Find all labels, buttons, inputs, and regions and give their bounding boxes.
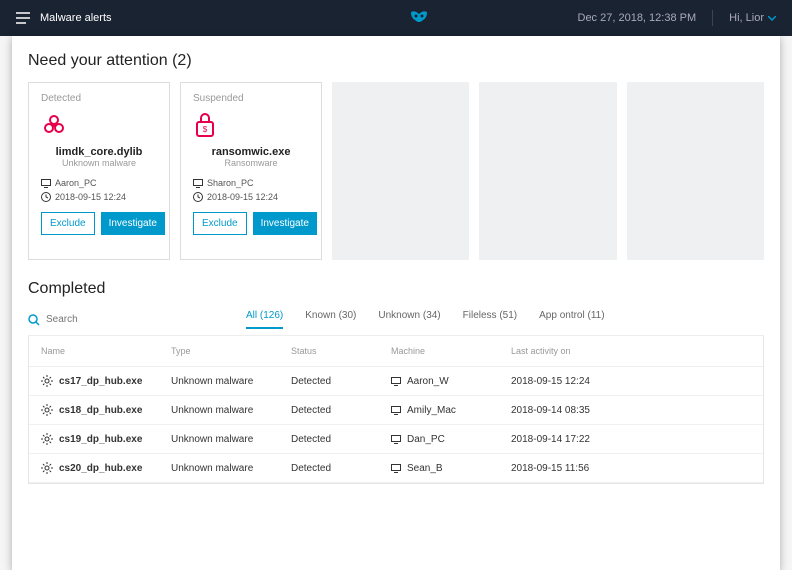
card-status: Suspended (193, 93, 309, 104)
attention-title: Need your attention (2) (28, 52, 764, 70)
monitor-icon (41, 179, 51, 188)
svg-text:$: $ (203, 125, 208, 134)
completed-title: Completed (28, 280, 764, 298)
row-machine: Amily_Mac (407, 405, 456, 416)
tab-unknown[interactable]: Unknown (34) (378, 310, 440, 329)
card-filename: ransomwic.exe (193, 146, 309, 158)
biohazard-icon (41, 112, 157, 138)
row-name: cs20_dp_hub.exe (59, 463, 142, 474)
filter-tabs: All (126) Known (30) Unknown (34) Filele… (246, 310, 605, 329)
card-timestamp: 2018-09-15 12:24 (41, 192, 157, 202)
col-activity: Last activity on (511, 346, 651, 356)
row-activity: 2018-09-14 08:35 (511, 405, 651, 416)
row-status: Detected (291, 463, 391, 474)
page-title: Malware alerts (40, 12, 112, 24)
row-name: cs17_dp_hub.exe (59, 376, 142, 387)
main-content: Need your attention (2) Detected limdk_c… (12, 36, 780, 570)
table-row[interactable]: cs20_dp_hub.exe Unknown malwareDetected Se… (29, 454, 763, 483)
row-activity: 2018-09-15 11:56 (511, 463, 651, 474)
clock-icon (41, 192, 51, 202)
clock-icon (193, 192, 203, 202)
search-input[interactable] (46, 314, 146, 325)
machine-label: Aaron_PC (55, 178, 97, 188)
table-header: Name Type Status Machine Last activity o… (29, 336, 763, 367)
monitor-icon (391, 435, 401, 444)
gear-icon (41, 462, 53, 474)
table-row[interactable]: cs18_dp_hub.exe Unknown malwareDetected Am… (29, 396, 763, 425)
row-activity: 2018-09-15 12:24 (511, 376, 651, 387)
tab-all[interactable]: All (126) (246, 310, 283, 329)
card-placeholder (479, 82, 616, 260)
table-row[interactable]: cs19_dp_hub.exe Unknown malwareDetected Da… (29, 425, 763, 454)
investigate-button[interactable]: Investigate (253, 212, 317, 235)
tab-appcontrol[interactable]: App ontrol (11) (539, 310, 604, 329)
datetime-label: Dec 27, 2018, 12:38 PM (578, 12, 697, 24)
alert-card: Detected limdk_core.dylib Unknown malwar… (28, 82, 170, 260)
topbar: Malware alerts Dec 27, 2018, 12:38 PM Hi… (0, 0, 792, 36)
card-filename: limdk_core.dylib (41, 146, 157, 158)
card-placeholder (627, 82, 764, 260)
card-status: Detected (41, 93, 157, 104)
row-status: Detected (291, 434, 391, 445)
row-name: cs18_dp_hub.exe (59, 405, 142, 416)
col-machine: Machine (391, 346, 511, 356)
attention-cards: Detected limdk_core.dylib Unknown malwar… (28, 82, 764, 260)
monitor-icon (193, 179, 203, 188)
owl-logo-icon (409, 10, 429, 26)
exclude-button[interactable]: Exclude (41, 212, 95, 235)
divider (712, 10, 713, 26)
monitor-icon (391, 464, 401, 473)
row-status: Detected (291, 405, 391, 416)
card-machine: Aaron_PC (41, 178, 157, 188)
row-name: cs19_dp_hub.exe (59, 434, 142, 445)
card-placeholder (332, 82, 469, 260)
menu-icon[interactable] (16, 12, 30, 24)
row-machine: Sean_B (407, 463, 443, 474)
table-row[interactable]: cs17_dp_hub.exe Unknown malwareDetected Aa… (29, 367, 763, 396)
alert-card: Suspended $ ransomwic.exe Ransomware Sha… (180, 82, 322, 260)
completed-table: Name Type Status Machine Last activity o… (28, 336, 764, 484)
search-box[interactable] (28, 314, 146, 326)
search-icon (28, 314, 40, 326)
col-name: Name (41, 346, 171, 356)
row-machine: Aaron_W (407, 376, 449, 387)
monitor-icon (391, 406, 401, 415)
monitor-icon (391, 377, 401, 386)
filter-bar: All (126) Known (30) Unknown (34) Filele… (28, 310, 764, 336)
greeting-label: Hi, Lior (729, 12, 764, 24)
machine-label: Sharon_PC (207, 178, 254, 188)
row-activity: 2018-09-14 17:22 (511, 434, 651, 445)
investigate-button[interactable]: Investigate (101, 212, 165, 235)
card-subtitle: Unknown malware (41, 158, 157, 168)
timestamp-label: 2018-09-15 12:24 (55, 192, 126, 202)
row-status: Detected (291, 376, 391, 387)
timestamp-label: 2018-09-15 12:24 (207, 192, 278, 202)
chevron-down-icon (768, 16, 776, 21)
col-status: Status (291, 346, 391, 356)
user-menu[interactable]: Hi, Lior (729, 12, 776, 24)
col-type: Type (171, 346, 291, 356)
lock-icon: $ (193, 112, 309, 138)
tab-known[interactable]: Known (30) (305, 310, 356, 329)
row-type: Unknown malware (171, 463, 291, 474)
row-type: Unknown malware (171, 405, 291, 416)
row-type: Unknown malware (171, 376, 291, 387)
row-type: Unknown malware (171, 434, 291, 445)
card-machine: Sharon_PC (193, 178, 309, 188)
gear-icon (41, 404, 53, 416)
gear-icon (41, 433, 53, 445)
gear-icon (41, 375, 53, 387)
exclude-button[interactable]: Exclude (193, 212, 247, 235)
row-machine: Dan_PC (407, 434, 445, 445)
tab-fileless[interactable]: Fileless (51) (463, 310, 517, 329)
card-subtitle: Ransomware (193, 158, 309, 168)
card-timestamp: 2018-09-15 12:24 (193, 192, 309, 202)
